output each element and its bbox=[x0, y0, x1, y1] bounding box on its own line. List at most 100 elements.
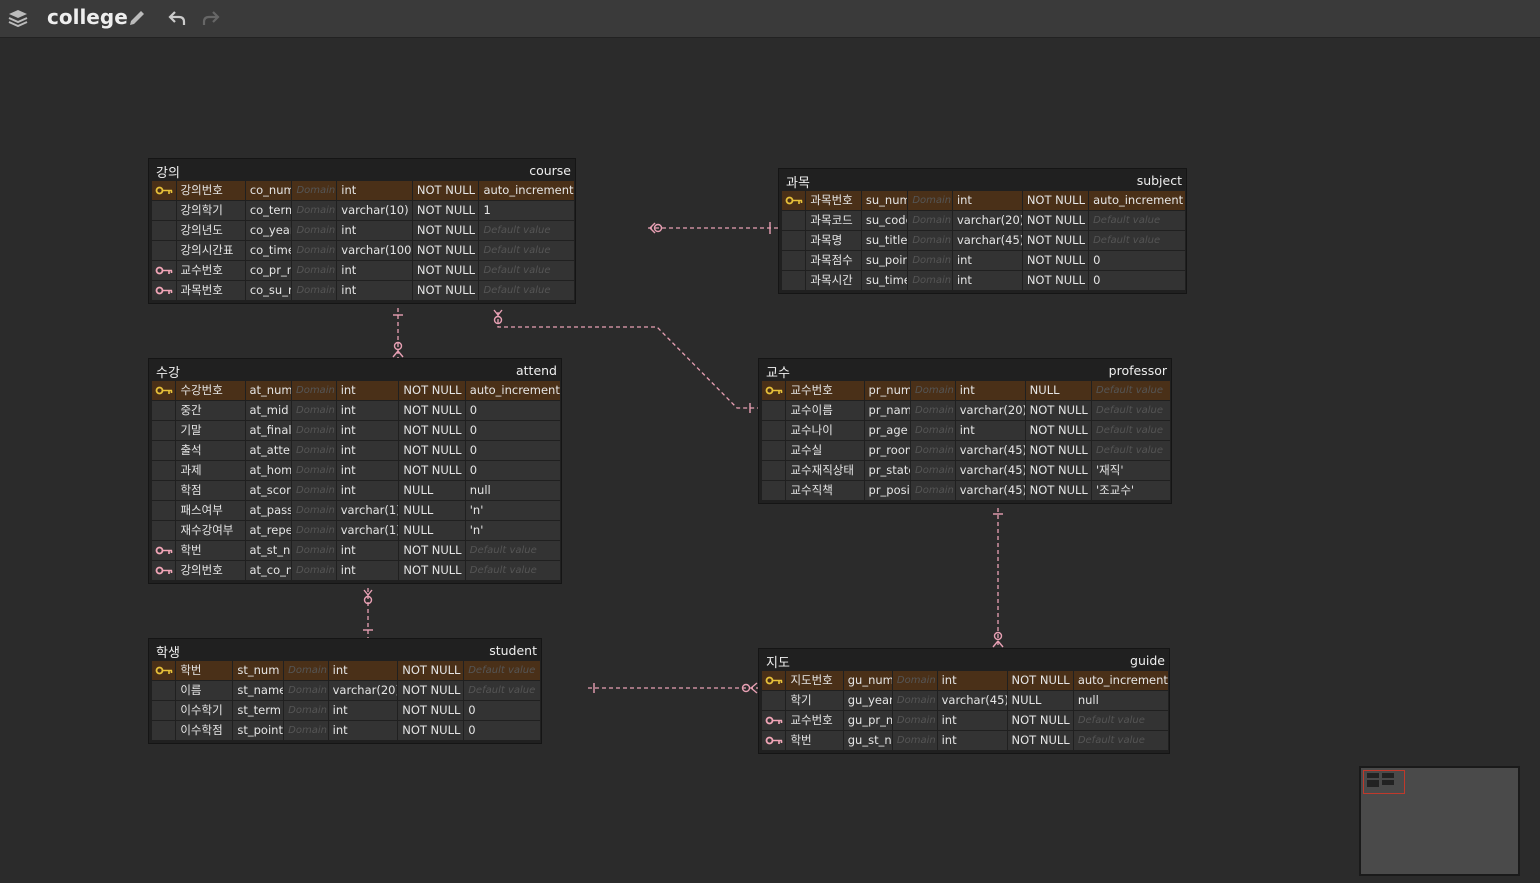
column-row[interactable]: 강의번호at_co_numDomainintNOT NULLDefault va… bbox=[152, 561, 561, 581]
column-logical-name[interactable]: 과목명 bbox=[806, 231, 861, 250]
column-row[interactable]: 학번 st_num Domain int NOT NULL Default value bbox=[152, 661, 541, 681]
column-nullable[interactable]: NOT NULL bbox=[1022, 271, 1089, 290]
column-logical-name[interactable]: 학번 bbox=[176, 661, 233, 680]
layers-icon[interactable] bbox=[7, 9, 29, 27]
column-type[interactable]: varchar(45) bbox=[955, 441, 1025, 460]
column-logical-name[interactable]: 출석 bbox=[176, 441, 245, 460]
column-nullable[interactable]: NULL bbox=[1025, 381, 1092, 400]
column-type[interactable]: varchar(45) bbox=[955, 481, 1025, 500]
column-default[interactable]: null bbox=[1073, 691, 1168, 710]
column-type[interactable]: int bbox=[336, 421, 399, 440]
table-header[interactable]: 교수 professor bbox=[762, 359, 1171, 381]
column-type[interactable]: int bbox=[937, 711, 1007, 730]
column-type[interactable]: int bbox=[336, 561, 399, 580]
column-logical-name[interactable]: 교수번호 bbox=[786, 711, 843, 730]
column-default[interactable]: Default value bbox=[464, 681, 541, 700]
column-default[interactable]: Default value bbox=[1092, 421, 1170, 440]
column-row[interactable]: 학점at_scoreDomainintNULLnull bbox=[152, 481, 561, 501]
column-row[interactable]: 과목점수su_pointDomainintNOT NULL0 bbox=[782, 251, 1186, 271]
column-domain[interactable]: Domain bbox=[908, 251, 952, 270]
column-type[interactable]: int bbox=[336, 441, 399, 460]
column-type[interactable]: int bbox=[336, 541, 399, 560]
column-nullable[interactable]: NULL bbox=[399, 521, 465, 540]
column-type[interactable]: int bbox=[328, 701, 398, 720]
column-logical-name[interactable]: 교수실 bbox=[786, 441, 864, 460]
column-default[interactable]: 0 bbox=[1089, 271, 1185, 290]
column-type[interactable]: int bbox=[955, 381, 1025, 400]
column-domain[interactable]: Domain bbox=[292, 401, 336, 420]
column-row[interactable]: 중간 at_mid Domain int NOT NULL 0 bbox=[152, 401, 561, 421]
column-logical-name[interactable]: 교수재직상태 bbox=[786, 461, 864, 480]
column-logical-name[interactable]: 패스여부 bbox=[176, 501, 245, 520]
column-logical-name[interactable]: 교수번호 bbox=[176, 261, 245, 280]
column-nullable[interactable]: NOT NULL bbox=[412, 281, 479, 300]
column-nullable[interactable]: NOT NULL bbox=[398, 721, 464, 740]
column-physical-name[interactable]: at_final bbox=[245, 421, 291, 440]
column-domain[interactable]: Domain bbox=[911, 461, 955, 480]
column-domain[interactable]: Domain bbox=[292, 441, 336, 460]
column-domain[interactable]: Domain bbox=[292, 281, 337, 300]
column-row[interactable]: 과목명 su_title Domain varchar(45) NOT NULL Defa… bbox=[782, 231, 1186, 251]
column-domain[interactable]: Domain bbox=[908, 231, 952, 250]
column-type[interactable]: int bbox=[328, 661, 398, 680]
column-row[interactable]: 교수번호co_pr_numDomainintNOT NULLDefault va… bbox=[152, 261, 575, 281]
column-row[interactable]: 과제at_homeworkDomainintNOT NULL0 bbox=[152, 461, 561, 481]
column-domain[interactable]: Domain bbox=[284, 701, 328, 720]
pencil-icon[interactable] bbox=[127, 8, 147, 28]
column-type[interactable]: int bbox=[337, 281, 412, 300]
column-logical-name[interactable]: 교수직책 bbox=[786, 481, 864, 500]
column-domain[interactable]: Domain bbox=[908, 271, 952, 290]
column-domain[interactable]: Domain bbox=[292, 461, 336, 480]
column-row[interactable]: 강의시간표co_timetableDomainvarchar(100)NOT N… bbox=[152, 241, 575, 261]
column-logical-name[interactable]: 교수번호 bbox=[786, 381, 864, 400]
column-type[interactable]: varchar(1) bbox=[336, 521, 399, 540]
minimap-viewport[interactable] bbox=[1363, 770, 1405, 794]
column-logical-name[interactable]: 과목코드 bbox=[806, 211, 861, 230]
column-nullable[interactable]: NOT NULL bbox=[412, 241, 479, 260]
column-physical-name[interactable]: at_mid bbox=[245, 401, 291, 420]
column-type[interactable]: int bbox=[952, 251, 1022, 270]
column-type[interactable]: int bbox=[952, 271, 1022, 290]
column-default[interactable]: 'n' bbox=[465, 521, 560, 540]
column-logical-name[interactable]: 학번 bbox=[786, 731, 843, 750]
column-type[interactable]: int bbox=[952, 191, 1022, 210]
column-default[interactable]: auto_increment bbox=[1089, 191, 1185, 210]
column-default[interactable]: null bbox=[465, 481, 560, 500]
column-physical-name[interactable]: at_score bbox=[245, 481, 291, 500]
column-default[interactable]: Default value bbox=[479, 281, 574, 300]
column-nullable[interactable]: NOT NULL bbox=[1007, 731, 1073, 750]
column-physical-name[interactable]: st_num bbox=[233, 661, 284, 680]
column-row[interactable]: 학기 gu_year Domain varchar(45) NULL null bbox=[762, 691, 1169, 711]
column-physical-name[interactable]: st_term bbox=[233, 701, 284, 720]
column-logical-name[interactable]: 이수학점 bbox=[176, 721, 233, 740]
column-domain[interactable]: Domain bbox=[892, 691, 937, 710]
table-subject[interactable]: 과목 subject 과목번호 su_num Domain int NOT NULL auto… bbox=[778, 168, 1187, 294]
column-row[interactable]: 교수번호 pr_num Domain int NULL Default value bbox=[762, 381, 1171, 401]
column-type[interactable]: varchar(10) bbox=[337, 201, 412, 220]
column-logical-name[interactable]: 강의번호 bbox=[176, 181, 245, 200]
column-physical-name[interactable]: pr_age bbox=[864, 421, 911, 440]
column-default[interactable]: 0 bbox=[465, 441, 560, 460]
column-nullable[interactable]: NOT NULL bbox=[398, 681, 464, 700]
column-domain[interactable]: Domain bbox=[908, 211, 952, 230]
column-row[interactable]: 재수강여부at_repetitionDomainvarchar(1)NULL'n… bbox=[152, 521, 561, 541]
column-nullable[interactable]: NOT NULL bbox=[1025, 461, 1092, 480]
column-domain[interactable]: Domain bbox=[292, 561, 336, 580]
column-physical-name[interactable]: at_attend bbox=[245, 441, 291, 460]
column-type[interactable]: int bbox=[336, 461, 399, 480]
column-physical-name[interactable]: pr_room bbox=[864, 441, 911, 460]
column-domain[interactable]: Domain bbox=[892, 731, 937, 750]
column-default[interactable]: Default value bbox=[1073, 711, 1168, 730]
column-domain[interactable]: Domain bbox=[292, 501, 336, 520]
column-default[interactable]: Default value bbox=[479, 221, 574, 240]
column-domain[interactable]: Domain bbox=[292, 201, 337, 220]
column-domain[interactable]: Domain bbox=[284, 721, 328, 740]
column-logical-name[interactable]: 기말 bbox=[176, 421, 245, 440]
column-physical-name[interactable]: co_timetable bbox=[245, 241, 292, 260]
column-row[interactable]: 과목번호co_su_numDomainintNOT NULLDefault va… bbox=[152, 281, 575, 301]
column-domain[interactable]: Domain bbox=[292, 521, 336, 540]
column-row[interactable]: 학번gu_st_numDomainintNOT NULLDefault valu… bbox=[762, 731, 1169, 751]
column-physical-name[interactable]: gu_year bbox=[843, 691, 892, 710]
column-default[interactable]: Default value bbox=[479, 241, 574, 260]
column-physical-name[interactable]: gu_st_num bbox=[843, 731, 892, 750]
